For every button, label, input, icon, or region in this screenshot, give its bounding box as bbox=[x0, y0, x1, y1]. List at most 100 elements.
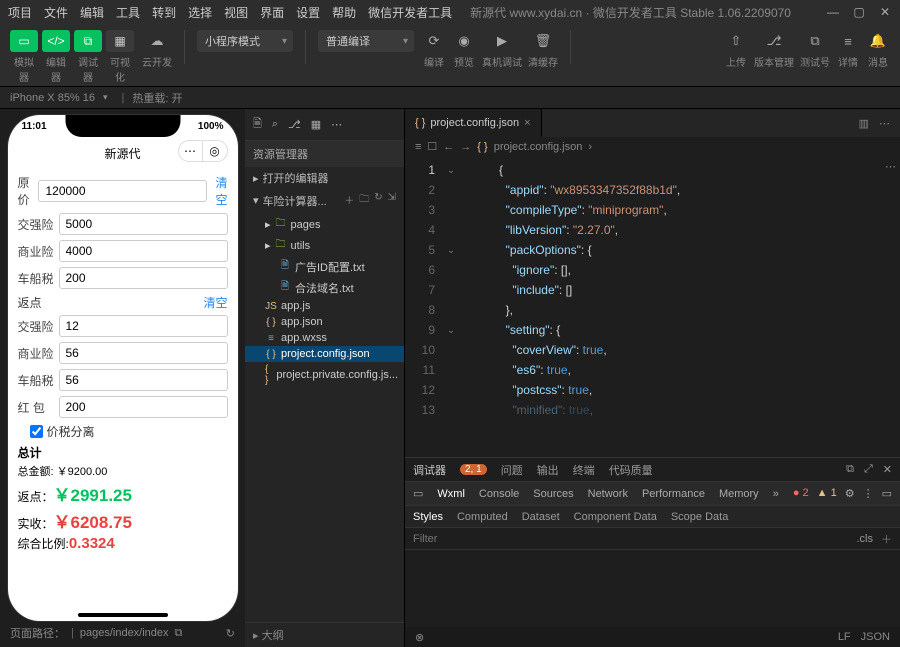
sim-rotate-icon[interactable]: ↻ bbox=[226, 627, 235, 640]
styletab-Component Data[interactable]: Component Data bbox=[574, 511, 657, 523]
refresh-icon[interactable]: ↻ bbox=[374, 192, 382, 209]
device-label[interactable]: iPhone X 85% 16 bbox=[10, 92, 95, 104]
status-lang[interactable]: JSON bbox=[861, 631, 890, 643]
menu-选择[interactable]: 选择 bbox=[188, 4, 212, 21]
copy-path-icon[interactable]: ⧉ bbox=[175, 627, 183, 640]
tree-item-合法域名.txt[interactable]: 🗎 合法域名.txt bbox=[245, 277, 404, 298]
toolbar-详情[interactable]: ≡ bbox=[836, 30, 860, 52]
menu-设置[interactable]: 设置 bbox=[296, 4, 320, 21]
crumb-bookmark-icon[interactable]: ☐ bbox=[427, 140, 437, 153]
tree-item-app.json[interactable]: { } app.json bbox=[245, 314, 404, 330]
window-maximize[interactable]: ▢ bbox=[852, 5, 866, 19]
clear-link-1[interactable]: 清空 bbox=[215, 174, 227, 208]
capsule-menu-icon[interactable]: ⋯ bbox=[179, 141, 203, 161]
devtab-Performance[interactable]: Performance bbox=[642, 488, 705, 500]
debug-close-icon[interactable]: ✕ bbox=[883, 463, 892, 476]
rebate-hb-input[interactable] bbox=[59, 396, 228, 418]
toolbar-真机调试[interactable]: ▶ bbox=[490, 30, 514, 52]
add-style-icon[interactable]: ＋ bbox=[881, 531, 892, 547]
warn-count[interactable]: ▲ 1 bbox=[817, 487, 837, 500]
tab-split-icon[interactable]: ▥ bbox=[859, 117, 869, 130]
toolbar-预览[interactable]: ◉ bbox=[452, 30, 476, 52]
debugger-toggle[interactable]: ⧉ bbox=[74, 30, 102, 52]
explorer-search-icon[interactable]: ⌕ bbox=[272, 118, 278, 131]
cloud-dev-button[interactable]: ☁ bbox=[145, 30, 169, 52]
cls-toggle[interactable]: .cls bbox=[857, 533, 874, 545]
devtools-inspect-icon[interactable]: ▭ bbox=[413, 487, 423, 500]
editor-tab-project-config[interactable]: { }project.config.json× bbox=[405, 109, 542, 137]
debug-tab-输出[interactable]: 输出 bbox=[537, 462, 559, 478]
project-section[interactable]: ▾ 车险计算器... ＋ 🗀 ↻ ⇲ bbox=[245, 189, 404, 212]
explorer-branch-icon[interactable]: ⎇ bbox=[288, 118, 301, 131]
explorer-more-icon[interactable]: ⋯ bbox=[331, 118, 342, 131]
jq-input[interactable] bbox=[59, 213, 228, 235]
devtools-settings-icon[interactable]: ⚙ bbox=[845, 487, 855, 500]
menu-界面[interactable]: 界面 bbox=[260, 4, 284, 21]
outline-section[interactable]: ▸ 大纲 bbox=[245, 622, 404, 647]
tree-item-project.config.json[interactable]: { } project.config.json bbox=[245, 346, 404, 362]
explorer-files-icon[interactable]: 🗎 bbox=[253, 115, 262, 134]
menu-工具[interactable]: 工具 bbox=[116, 4, 140, 21]
status-errors-icon[interactable]: ⊗ bbox=[415, 631, 424, 644]
toolbar-版本管理[interactable]: ⎇ bbox=[762, 30, 786, 52]
debug-tab-问题[interactable]: 问题 bbox=[501, 462, 523, 478]
devtab-Wxml[interactable]: Wxml bbox=[437, 488, 465, 500]
styletab-Styles[interactable]: Styles bbox=[413, 511, 443, 523]
menu-转到[interactable]: 转到 bbox=[152, 4, 176, 21]
devtab-Sources[interactable]: Sources bbox=[533, 488, 573, 500]
breadcrumb[interactable]: ≡ ☐ ← → { }project.config.json› bbox=[405, 137, 900, 156]
tree-item-广告ID配置.txt[interactable]: 🗎 广告ID配置.txt bbox=[245, 256, 404, 277]
window-close[interactable]: ✕ bbox=[878, 5, 892, 19]
window-minimize[interactable]: — bbox=[826, 5, 840, 19]
toolbar-上传[interactable]: ⇧ bbox=[724, 30, 748, 52]
open-editors-section[interactable]: ▸ 打开的编辑器 bbox=[245, 167, 404, 189]
devtab-Memory[interactable]: Memory bbox=[719, 488, 759, 500]
devtab-Console[interactable]: Console bbox=[479, 488, 519, 500]
editor-side-icon[interactable]: ⋯ bbox=[885, 160, 896, 173]
error-count[interactable]: ● 2 bbox=[793, 487, 809, 500]
clear-link-2[interactable]: 清空 bbox=[203, 294, 227, 311]
tab-more-icon[interactable]: ⋯ bbox=[879, 117, 890, 130]
devtab-Network[interactable]: Network bbox=[588, 488, 628, 500]
menu-项目[interactable]: 项目 bbox=[8, 4, 32, 21]
devtools-dock-icon[interactable]: ▭ bbox=[882, 487, 892, 500]
styletab-Scope Data[interactable]: Scope Data bbox=[671, 511, 728, 523]
crumb-next-icon[interactable]: → bbox=[460, 141, 471, 153]
code-editor[interactable]: 12345678910111213 ⌄ ⌄ ⌄ { "appid": "wx89… bbox=[405, 156, 900, 457]
visual-toggle[interactable]: ▦ bbox=[106, 30, 134, 52]
rebate-sy-input[interactable] bbox=[59, 342, 228, 364]
page-path[interactable]: pages/index/index bbox=[80, 627, 169, 639]
menu-文件[interactable]: 文件 bbox=[44, 4, 68, 21]
debug-expand-icon[interactable]: ⤢ bbox=[864, 463, 873, 476]
new-file-icon[interactable]: ＋ bbox=[344, 192, 354, 209]
tree-item-app.wxss[interactable]: ≡ app.wxss bbox=[245, 330, 404, 346]
orig-price-input[interactable] bbox=[38, 180, 207, 202]
debug-tab-终端[interactable]: 终端 bbox=[573, 462, 595, 478]
explorer-ext-icon[interactable]: ▦ bbox=[311, 118, 321, 131]
mode-select[interactable]: 小程序模式 bbox=[197, 30, 293, 52]
tax-separate-checkbox[interactable] bbox=[30, 425, 43, 438]
tree-item-pages[interactable]: ▸ 🗀 pages bbox=[245, 214, 404, 235]
status-lf[interactable]: LF bbox=[838, 631, 851, 643]
new-folder-icon[interactable]: 🗀 bbox=[359, 192, 369, 209]
toolbar-消息[interactable]: 🔔 bbox=[866, 30, 890, 52]
debug-filter-icon[interactable]: ⧉ bbox=[846, 463, 854, 476]
rebate-cc-input[interactable] bbox=[59, 369, 228, 391]
menu-视图[interactable]: 视图 bbox=[224, 4, 248, 21]
cc-input[interactable] bbox=[59, 267, 228, 289]
menu-微信开发者工具[interactable]: 微信开发者工具 bbox=[368, 4, 452, 21]
close-tab-icon[interactable]: × bbox=[524, 117, 530, 129]
tree-item-project.private.config.js...[interactable]: { } project.private.config.js... bbox=[245, 362, 404, 388]
tree-item-utils[interactable]: ▸ 🗀 utils bbox=[245, 235, 404, 256]
hot-reload-label[interactable]: 热重载: 开 bbox=[132, 90, 182, 106]
toolbar-测试号[interactable]: ⧉ bbox=[803, 30, 827, 52]
menu-编辑[interactable]: 编辑 bbox=[80, 4, 104, 21]
collapse-icon[interactable]: ⇲ bbox=[388, 192, 396, 209]
capsule-close-icon[interactable]: ◎ bbox=[203, 141, 227, 161]
tree-item-app.js[interactable]: JS app.js bbox=[245, 298, 404, 314]
toolbar-清缓存[interactable]: 🗑 bbox=[531, 30, 555, 52]
crumb-prev-icon[interactable]: ← bbox=[443, 141, 454, 153]
toolbar-编译[interactable]: ⟳ bbox=[422, 30, 446, 52]
menu-帮助[interactable]: 帮助 bbox=[332, 4, 356, 21]
styletab-Computed[interactable]: Computed bbox=[457, 511, 508, 523]
